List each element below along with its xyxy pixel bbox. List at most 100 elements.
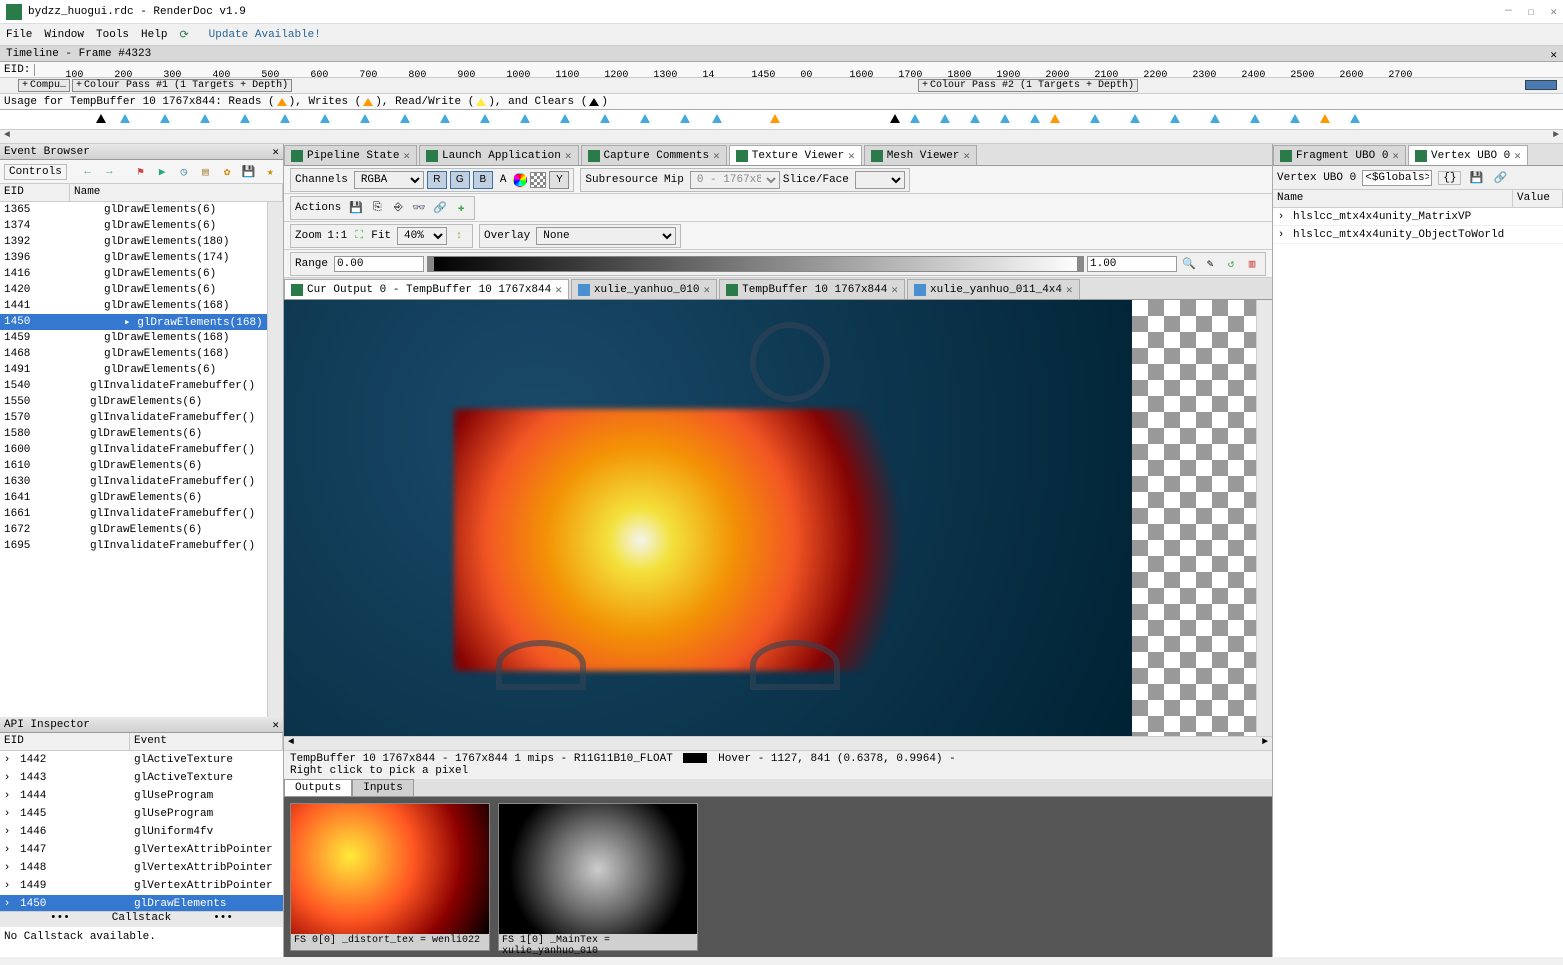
api-row[interactable]: ›1443glActiveTexture xyxy=(0,769,283,787)
event-row[interactable]: 1630glInvalidateFramebuffer() xyxy=(0,474,267,490)
close-button[interactable]: ✕ xyxy=(1550,5,1557,19)
menu-file[interactable]: File xyxy=(6,29,32,41)
event-row[interactable]: 1392glDrawElements(180) xyxy=(0,234,267,250)
tab-close-icon[interactable]: ✕ xyxy=(1066,283,1073,297)
callstack-header[interactable]: Callstack xyxy=(0,911,283,927)
event-row[interactable]: 1600glInvalidateFramebuffer() xyxy=(0,442,267,458)
prev-arrow-icon[interactable]: ← xyxy=(79,163,97,181)
timeline-hscroll[interactable]: ◄► xyxy=(0,130,1563,144)
puzzle-icon[interactable]: ✚ xyxy=(452,199,470,217)
ubo-tab[interactable]: Vertex UBO 0✕ xyxy=(1408,145,1528,165)
tab-pipeline-state[interactable]: Pipeline State✕ xyxy=(284,145,417,165)
cbuf-value[interactable] xyxy=(1362,170,1432,186)
zoom-select[interactable]: 40% xyxy=(397,227,447,245)
tab-mesh-viewer[interactable]: Mesh Viewer✕ xyxy=(864,145,977,165)
texture-hscroll[interactable]: ◄► xyxy=(284,736,1272,750)
api-row[interactable]: ›1442glActiveTexture xyxy=(0,751,283,769)
link-icon[interactable]: 🔗 xyxy=(431,199,449,217)
channel-y-button[interactable]: Y xyxy=(549,171,569,189)
flip-icon[interactable]: ↕ xyxy=(450,227,468,245)
tab-texture-viewer[interactable]: Texture Viewer✕ xyxy=(729,145,862,165)
api-row[interactable]: ›1448glVertexAttribPointer xyxy=(0,859,283,877)
texture-view[interactable] xyxy=(284,300,1272,736)
channel-r-button[interactable]: R xyxy=(427,171,447,189)
tab-close-icon[interactable]: ✕ xyxy=(704,283,711,297)
timeline-markers[interactable] xyxy=(0,110,1563,130)
event-row[interactable]: 1540glInvalidateFramebuffer() xyxy=(0,378,267,394)
save-icon[interactable]: 💾 xyxy=(240,163,258,181)
event-row[interactable]: 1580glDrawElements(6) xyxy=(0,426,267,442)
texture-tab[interactable]: TempBuffer 10 1767x844✕ xyxy=(719,279,905,299)
event-row[interactable]: 1570glInvalidateFramebuffer() xyxy=(0,410,267,426)
event-row[interactable]: 1468glDrawElements(168) xyxy=(0,346,267,362)
event-row[interactable]: 1641glDrawElements(6) xyxy=(0,490,267,506)
track-compute[interactable]: Compu… xyxy=(18,79,70,92)
event-row[interactable]: 1396glDrawElements(174) xyxy=(0,250,267,266)
event-row[interactable]: 1416glDrawElements(6) xyxy=(0,266,267,282)
property-row[interactable]: ›hlslcc_mtx4x4unity_ObjectToWorld xyxy=(1273,226,1563,244)
menu-tools[interactable]: Tools xyxy=(96,29,129,41)
ubo-link-icon[interactable]: 🔗 xyxy=(1491,169,1509,187)
texture-tab[interactable]: xulie_yanhuo_011_4x4✕ xyxy=(907,279,1080,299)
channel-b-button[interactable]: B xyxy=(473,171,493,189)
api-inspector-close-icon[interactable]: ✕ xyxy=(272,718,279,732)
event-row[interactable]: 1672glDrawElements(6) xyxy=(0,522,267,538)
channels-select[interactable]: RGBA xyxy=(354,171,424,189)
flag-icon[interactable]: ⚑ xyxy=(132,163,150,181)
thumbnail[interactable]: FS 0[0] _distort_tex = wenli022 xyxy=(290,803,490,951)
fit-icon[interactable]: ⛶ xyxy=(350,227,368,245)
tab-close-icon[interactable]: ✕ xyxy=(555,283,562,297)
tab-close-icon[interactable]: ✕ xyxy=(891,283,898,297)
reset-range-icon[interactable]: ↺ xyxy=(1222,255,1240,273)
tab-close-icon[interactable]: ✕ xyxy=(963,149,970,163)
tab-close-icon[interactable]: ✕ xyxy=(713,149,720,163)
track-colourpass2[interactable]: Colour Pass #2 (1 Targets + Depth) xyxy=(918,79,1138,92)
texture-vscroll[interactable] xyxy=(1256,300,1272,736)
wand-icon[interactable]: ✎ xyxy=(1201,255,1219,273)
tab-capture-comments[interactable]: Capture Comments✕ xyxy=(581,145,727,165)
event-row[interactable]: 1374glDrawElements(6) xyxy=(0,218,267,234)
mip-select[interactable]: 0 - 1767x844 xyxy=(690,171,780,189)
star-icon[interactable]: ★ xyxy=(261,163,279,181)
tab-close-icon[interactable]: ✕ xyxy=(565,149,572,163)
api-row[interactable]: ›1450glDrawElements xyxy=(0,895,283,911)
zoom-range-icon[interactable]: 🔍 xyxy=(1180,255,1198,273)
tab-close-icon[interactable]: ✕ xyxy=(1514,149,1521,163)
histogram-icon[interactable]: ▥ xyxy=(1243,255,1261,273)
maximize-button[interactable]: ☐ xyxy=(1528,5,1535,19)
event-row[interactable]: 1610glDrawElements(6) xyxy=(0,458,267,474)
event-row[interactable]: 1459glDrawElements(168) xyxy=(0,330,267,346)
texture-tab[interactable]: xulie_yanhuo_010✕ xyxy=(571,279,717,299)
property-row[interactable]: ›hlslcc_mtx4x4unity_MatrixVP xyxy=(1273,208,1563,226)
save-texture-icon[interactable]: 💾 xyxy=(347,199,365,217)
api-row[interactable]: ›1447glVertexAttribPointer xyxy=(0,841,283,859)
gear-icon[interactable]: ✿ xyxy=(218,163,236,181)
range-max-input[interactable] xyxy=(1087,256,1177,272)
update-link[interactable]: Update Available! xyxy=(209,29,321,41)
play-icon[interactable]: ▶ xyxy=(153,163,171,181)
channel-g-button[interactable]: G xyxy=(450,171,470,189)
ubo-property-list[interactable]: ›hlslcc_mtx4x4unity_MatrixVP›hlslcc_mtx4… xyxy=(1273,208,1563,957)
tab-launch-application[interactable]: Launch Application✕ xyxy=(419,145,578,165)
binoculars-icon[interactable]: 👓 xyxy=(410,199,428,217)
event-row[interactable]: 1695glInvalidateFramebuffer() xyxy=(0,538,267,554)
api-list[interactable]: ›1442glActiveTexture›1443glActiveTexture… xyxy=(0,751,283,911)
update-icon[interactable]: ⟳ xyxy=(179,28,188,42)
api-row[interactable]: ›1446glUniform4fv xyxy=(0,823,283,841)
tab-close-icon[interactable]: ✕ xyxy=(403,149,410,163)
event-row[interactable]: 1420glDrawElements(6) xyxy=(0,282,267,298)
copy-icon[interactable]: ⎘ xyxy=(368,199,386,217)
event-row[interactable]: 1450▸ glDrawElements(168) xyxy=(0,314,267,330)
texture-tab[interactable]: Cur Output 0 - TempBuffer 10 1767x844✕ xyxy=(284,279,569,299)
event-row[interactable]: 1491glDrawElements(6) xyxy=(0,362,267,378)
api-row[interactable]: ›1449glVertexAttribPointer xyxy=(0,877,283,895)
event-browser-close-icon[interactable]: ✕ xyxy=(272,145,279,159)
sliceface-select[interactable] xyxy=(855,171,905,189)
bookmark-icon[interactable]: ▤ xyxy=(197,163,215,181)
inputs-tab[interactable]: Inputs xyxy=(352,779,414,796)
api-row[interactable]: ›1444glUseProgram xyxy=(0,787,283,805)
clock-icon[interactable]: ◷ xyxy=(175,163,193,181)
timeline-track-row[interactable]: Compu… Colour Pass #1 (1 Targets + Depth… xyxy=(0,78,1563,94)
tab-close-icon[interactable]: ✕ xyxy=(848,149,855,163)
menu-window[interactable]: Window xyxy=(44,29,84,41)
